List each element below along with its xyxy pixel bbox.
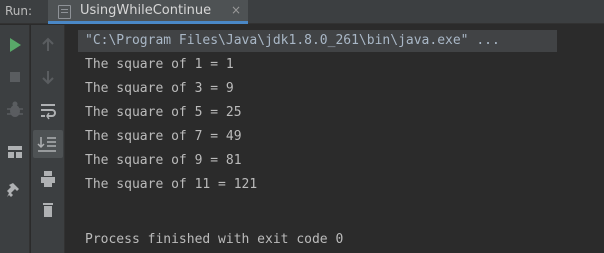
output-line: The square of 11 = 121: [85, 177, 258, 192]
scroll-to-end-icon[interactable]: [33, 130, 63, 158]
output-line: The square of 9 = 81: [85, 153, 242, 168]
output-line: The square of 5 = 25: [85, 105, 242, 120]
up-arrow-icon[interactable]: [36, 33, 60, 57]
output-line: The square of 3 = 9: [85, 81, 234, 96]
command-line: "C:\Program Files\Java\jdk1.8.0_261\bin\…: [85, 33, 500, 48]
run-label: Run:: [5, 4, 33, 18]
trash-icon[interactable]: [36, 198, 60, 222]
run-icon[interactable]: [3, 33, 27, 57]
left-toolbar: [0, 25, 30, 253]
tab-usingwhilecontinue[interactable]: UsingWhileContinue ×: [48, 0, 248, 24]
output-line: The square of 1 = 1: [85, 57, 234, 72]
console-toolbar: [31, 25, 65, 253]
print-icon[interactable]: [36, 167, 60, 191]
output-line: The square of 7 = 49: [85, 129, 242, 144]
bug-icon[interactable]: [3, 98, 27, 122]
stop-icon[interactable]: [3, 65, 27, 89]
console-icon: [58, 5, 71, 19]
run-tool-window-header: Run: UsingWhileContinue ×: [0, 0, 604, 24]
exit-message: Process finished with exit code 0: [85, 232, 344, 247]
console-output[interactable]: "C:\Program Files\Java\jdk1.8.0_261\bin\…: [66, 25, 604, 253]
tab-title: UsingWhileContinue: [80, 3, 212, 18]
layout-icon[interactable]: [3, 140, 27, 164]
down-arrow-icon[interactable]: [36, 65, 60, 89]
soft-wrap-icon[interactable]: [36, 98, 60, 122]
pin-icon[interactable]: [3, 179, 27, 203]
close-tab-button[interactable]: ×: [231, 3, 241, 17]
